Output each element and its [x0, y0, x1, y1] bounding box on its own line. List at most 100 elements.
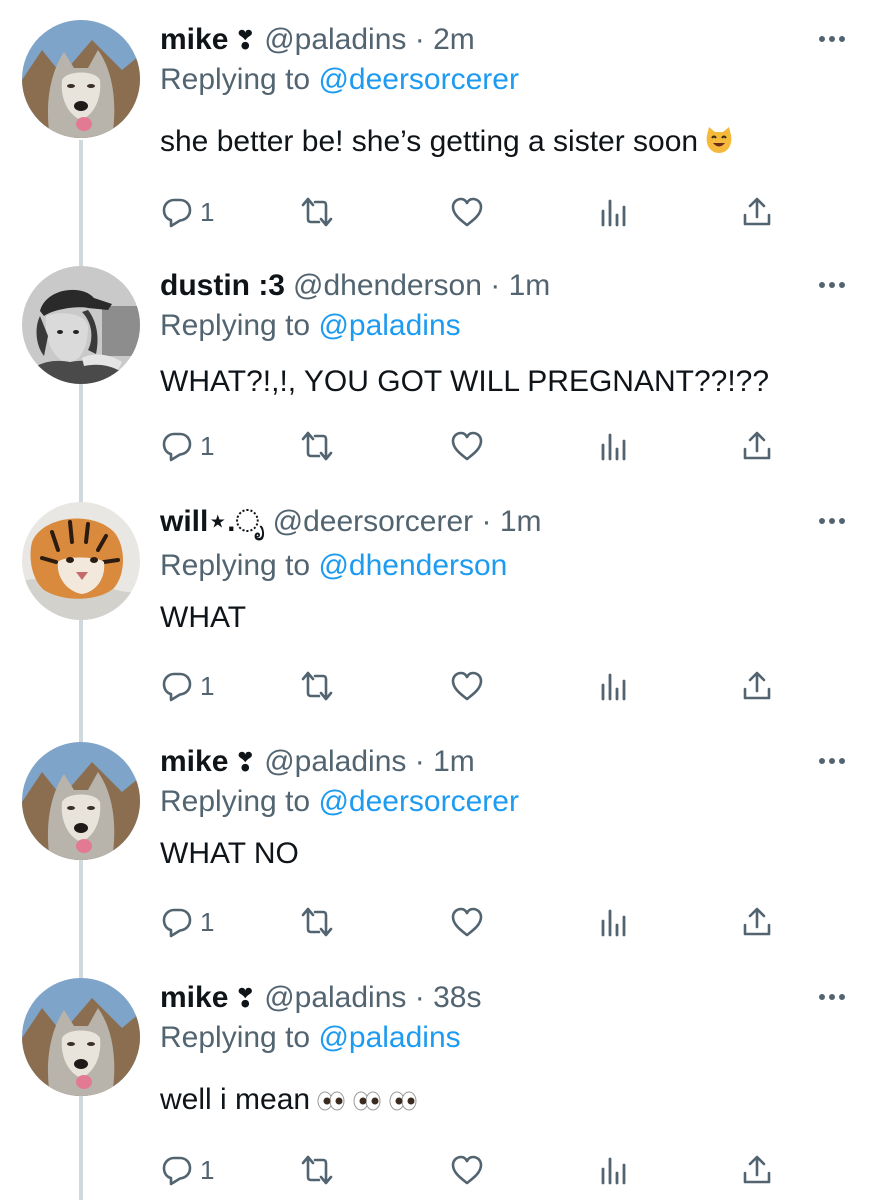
tweet-text: WHAT NO [160, 834, 843, 874]
tweet[interactable]: mike ❣ @paladins · 2m Replying to @deersor… [0, 20, 883, 256]
timestamp[interactable]: 1m [509, 269, 551, 302]
like-button[interactable] [450, 1150, 484, 1190]
analytics-icon [601, 909, 626, 937]
retweet-icon [301, 1155, 333, 1185]
reply-icon [162, 908, 192, 938]
more-options-icon[interactable] [815, 24, 849, 54]
timestamp[interactable]: 2m [433, 23, 475, 56]
mention-link[interactable]: @paladins [318, 1021, 460, 1054]
like-button[interactable] [450, 666, 484, 706]
mention-link[interactable]: @paladins [318, 309, 460, 342]
separator-dot: · [414, 981, 425, 1014]
share-icon [743, 431, 771, 460]
avatar[interactable] [22, 502, 140, 620]
display-name[interactable]: mike [160, 981, 228, 1014]
reply-button[interactable]: 1 [160, 426, 214, 466]
share-button[interactable] [740, 666, 774, 706]
replying-to-label: Replying to [160, 549, 311, 582]
replying-to-line: Replying to @deersorcerer [160, 60, 519, 100]
like-button[interactable] [450, 192, 484, 232]
heart-emoji-icon: ❣ [234, 983, 257, 1013]
reply-button[interactable]: 1 [160, 1150, 214, 1190]
avatar[interactable] [22, 742, 140, 860]
tweet-header: dustin :3 @dhenderson · 1m [160, 266, 843, 306]
reply-button[interactable]: 1 [160, 902, 214, 942]
reply-button[interactable]: 1 [160, 666, 214, 706]
avatar[interactable] [22, 20, 140, 138]
tweet-actions: 1 [160, 192, 800, 232]
user-handle[interactable]: @paladins [264, 981, 406, 1014]
share-button[interactable] [740, 192, 774, 232]
heart-icon [451, 907, 483, 937]
avatar[interactable] [22, 978, 140, 1096]
more-options-icon[interactable] [815, 982, 849, 1012]
display-name[interactable]: will⋆.ೃ [160, 505, 265, 538]
tweet-text-content: well i mean [160, 1083, 311, 1116]
wolf-avatar-image [22, 978, 140, 1096]
analytics-button[interactable] [596, 426, 630, 466]
display-name[interactable]: mike [160, 745, 228, 778]
tweet-header: mike ❣ @paladins · 2m [160, 20, 843, 60]
analytics-button[interactable] [596, 666, 630, 706]
mention-link[interactable]: @deersorcerer [318, 785, 519, 818]
reply-count: 1 [200, 907, 215, 937]
share-icon [743, 197, 771, 226]
like-button[interactable] [450, 426, 484, 466]
heart-emoji-icon: ❣ [234, 747, 257, 777]
reply-icon [162, 198, 192, 228]
tweet[interactable]: dustin :3 @dhenderson · 1m Replying to @p… [0, 266, 883, 502]
display-name[interactable]: dustin :3 [160, 269, 285, 302]
share-button[interactable] [740, 902, 774, 942]
tweet-header: mike ❣ @paladins · 38s [160, 978, 843, 1018]
avatar[interactable] [22, 266, 140, 384]
user-handle[interactable]: @paladins [264, 745, 406, 778]
tiger-avatar-image [22, 502, 140, 620]
replying-to-line: Replying to @dhenderson [160, 546, 507, 586]
heart-icon [451, 1155, 483, 1185]
timestamp[interactable]: 38s [433, 981, 481, 1014]
retweet-icon [301, 197, 333, 227]
timestamp[interactable]: 1m [500, 505, 542, 538]
retweet-button[interactable] [300, 192, 334, 232]
tweet[interactable]: will⋆.ೃ @deersorcerer · 1m Replying to @d… [0, 502, 883, 738]
tweet-text: WHAT?!,!, YOU GOT WILL PREGNANT??!?? [160, 362, 843, 402]
retweet-button[interactable] [300, 426, 334, 466]
display-name[interactable]: mike [160, 23, 228, 56]
tweet[interactable]: mike ❣ @paladins · 1m Replying to @deersor… [0, 742, 883, 978]
tweet[interactable]: mike ❣ @paladins · 38s Replying to @paladi… [0, 978, 883, 1200]
replying-to-label: Replying to [160, 309, 311, 342]
smiling-cat-emoji-icon [704, 125, 734, 166]
more-options-icon[interactable] [815, 270, 849, 300]
reply-icon [162, 432, 192, 462]
user-handle[interactable]: @deersorcerer [273, 505, 474, 538]
timestamp[interactable]: 1m [433, 745, 475, 778]
user-handle[interactable]: @dhenderson [293, 269, 482, 302]
share-icon [743, 1155, 771, 1184]
analytics-button[interactable] [596, 192, 630, 232]
eyes-emoji-icon [388, 1084, 418, 1124]
share-icon [743, 907, 771, 936]
replying-to-line: Replying to @paladins [160, 306, 461, 346]
analytics-button[interactable] [596, 1150, 630, 1190]
share-button[interactable] [740, 1150, 774, 1190]
retweet-button[interactable] [300, 902, 334, 942]
more-options-icon[interactable] [815, 506, 849, 536]
mention-link[interactable]: @deersorcerer [318, 63, 519, 96]
reply-button[interactable]: 1 [160, 192, 214, 232]
tweet-header: mike ❣ @paladins · 1m [160, 742, 843, 782]
retweet-button[interactable] [300, 666, 334, 706]
mention-link[interactable]: @dhenderson [318, 549, 507, 582]
retweet-button[interactable] [300, 1150, 334, 1190]
share-button[interactable] [740, 426, 774, 466]
more-options-icon[interactable] [815, 746, 849, 776]
like-button[interactable] [450, 902, 484, 942]
user-handle[interactable]: @paladins [264, 23, 406, 56]
replying-to-line: Replying to @deersorcerer [160, 782, 519, 822]
replying-to-label: Replying to [160, 785, 311, 818]
analytics-icon [601, 199, 626, 227]
reply-icon [162, 672, 192, 702]
reply-count: 1 [200, 1155, 215, 1185]
replying-to-line: Replying to @paladins [160, 1018, 461, 1058]
tweet-actions: 1 [160, 426, 800, 466]
analytics-button[interactable] [596, 902, 630, 942]
